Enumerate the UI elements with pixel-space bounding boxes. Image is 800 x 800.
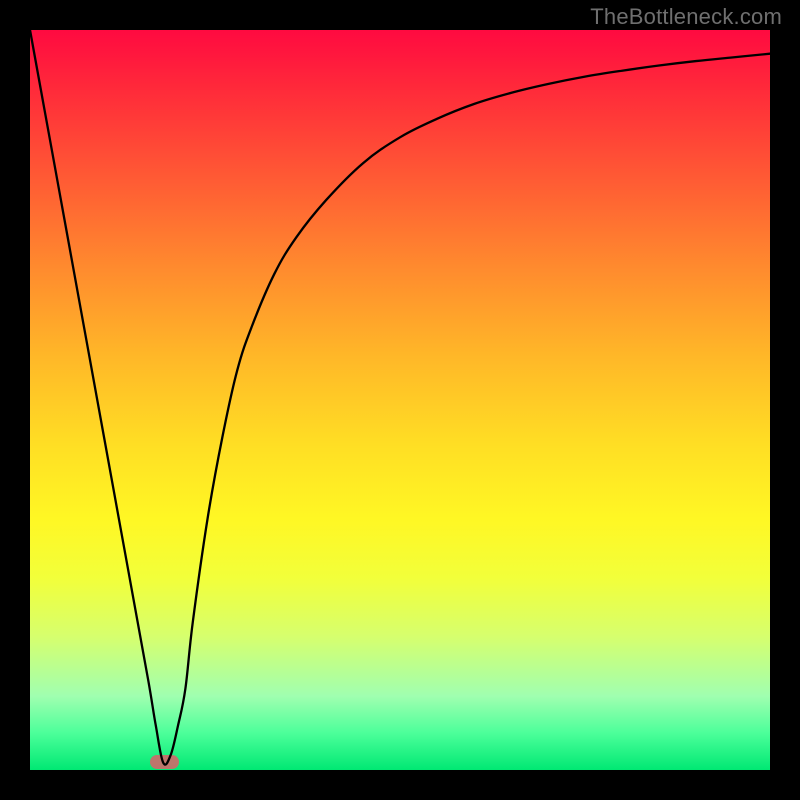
watermark-text: TheBottleneck.com xyxy=(590,4,782,30)
plot-area xyxy=(30,30,770,770)
curve-path xyxy=(30,30,770,765)
chart-frame: TheBottleneck.com xyxy=(0,0,800,800)
bottleneck-curve xyxy=(30,30,770,770)
